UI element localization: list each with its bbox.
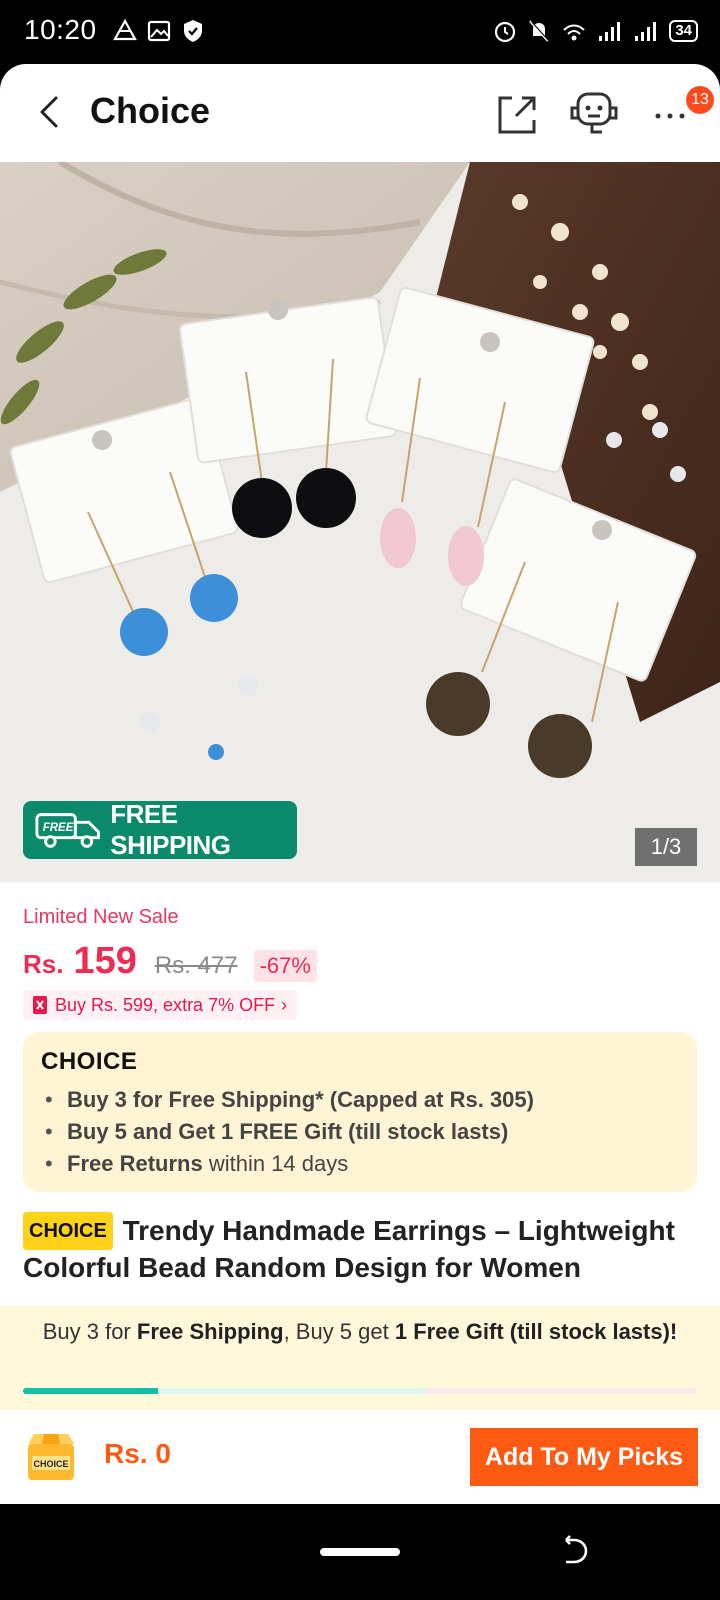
status-bar: 10:20 34: [0, 0, 720, 64]
back-arrow-icon: [40, 96, 58, 128]
free-shipping-label: FREE SHIPPING: [110, 799, 231, 860]
promo-banner: Buy 3 for Free Shipping, Buy 5 get 1 Fre…: [0, 1306, 720, 1410]
discount-badge: -67%: [253, 950, 317, 982]
choice-logo: CHOICE: [41, 1048, 138, 1075]
bottom-action-bar: CHOICE Rs. 0 Add To My Picks: [0, 1410, 720, 1504]
product-image-carousel[interactable]: [0, 162, 720, 882]
product-info: Limited New Sale Rs. 159 Rs. 477 -67% Bu…: [0, 882, 720, 1306]
customer-service-button[interactable]: [568, 88, 618, 138]
status-time: 10:20: [24, 14, 97, 45]
price-currency: Rs.: [23, 949, 64, 979]
wifi-icon: [561, 18, 587, 44]
share-icon: [498, 96, 536, 134]
alarm-icon: [493, 18, 517, 44]
price-row: Rs. 159 Rs. 477 -67%: [23, 940, 317, 983]
drive-icon: [112, 18, 138, 44]
promo-progress-bar: [23, 1388, 697, 1394]
benefit-item: • Free Returns within 14 days: [45, 1151, 349, 1176]
delivery-truck-icon: FREE: [35, 813, 100, 848]
mute-icon: [527, 18, 551, 44]
notification-badge: 13: [686, 86, 714, 114]
coupon-text: Buy Rs. 599, extra 7% OFF: [55, 994, 276, 1015]
promo-text: Buy 3 for Free Shipping, Buy 5 get 1 Fre…: [42, 1319, 678, 1344]
app-header: Choice 13: [0, 64, 720, 162]
cart-logo-text: CHOICE: [33, 1459, 68, 1469]
battery-icon: 34: [669, 20, 698, 42]
signal-icon: [633, 18, 659, 44]
promo-progress-fill: [23, 1388, 158, 1394]
original-price: Rs. 477: [154, 952, 238, 979]
product-photo: [0, 162, 720, 882]
choice-tag: CHOICE: [23, 1212, 113, 1250]
current-price: 159: [73, 940, 137, 982]
back-button[interactable]: [30, 92, 70, 132]
chevron-right-icon: ›: [281, 994, 288, 1015]
picks-total: Rs. 0: [104, 1438, 171, 1469]
chatbot-icon: [570, 92, 618, 134]
image-counter: 1/3: [635, 828, 697, 866]
free-shipping-badge: FREE FREE SHIPPING: [23, 799, 297, 860]
coupon-banner[interactable]: Buy Rs. 599, extra 7% OFF ›: [23, 990, 298, 1020]
gallery-icon: [146, 18, 172, 44]
shield-icon: [180, 18, 206, 44]
benefit-item: • Buy 5 and Get 1 FREE Gift (till stock l…: [45, 1119, 509, 1144]
add-to-picks-button[interactable]: Add To My Picks: [470, 1428, 698, 1486]
sale-label: Limited New Sale: [23, 906, 179, 928]
product-title: CHOICE Trendy Handmade Earrings – Lightw…: [23, 1212, 703, 1286]
share-button[interactable]: [492, 88, 542, 138]
coupon-icon: [33, 996, 47, 1014]
choice-benefits: CHOICE • Buy 3 for Free Shipping* (Capped…: [23, 1032, 697, 1192]
more-dots-icon: [655, 113, 685, 119]
free-badge-text: FREE: [43, 822, 74, 834]
system-nav-bar: [0, 1504, 720, 1600]
home-gesture-bar[interactable]: [320, 1548, 400, 1556]
benefit-item: • Buy 3 for Free Shipping* (Capped at Rs.…: [45, 1087, 534, 1112]
rotate-screen-icon[interactable]: [556, 1534, 590, 1573]
choice-cart-icon[interactable]: CHOICE: [22, 1430, 80, 1486]
page-title: Choice: [90, 90, 211, 131]
cart-box-icon: CHOICE: [28, 1434, 74, 1480]
product-title-text: Trendy Handmade Earrings – Lightweight C…: [23, 1215, 675, 1283]
signal-icon: [597, 18, 623, 44]
